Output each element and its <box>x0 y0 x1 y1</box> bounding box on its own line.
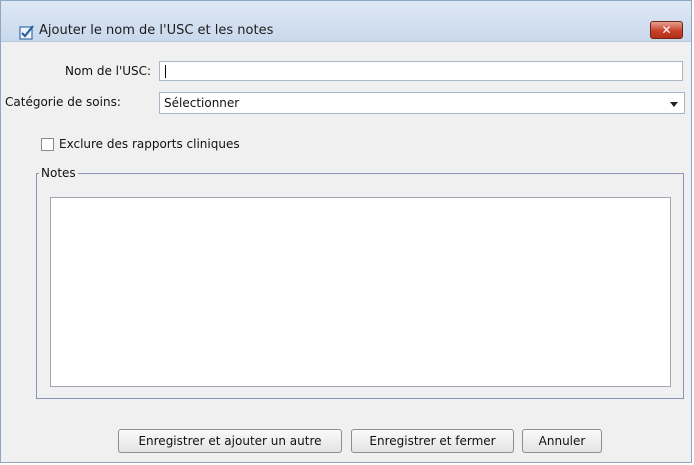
dialog-window: Ajouter le nom de l'USC et les notes ✕ N… <box>0 0 692 463</box>
save-close-button[interactable]: Enregistrer et fermer <box>351 429 514 453</box>
close-button[interactable]: ✕ <box>650 21 683 39</box>
dialog-content: Nom de l'USC: Catégorie de soins: Sélect… <box>1 42 691 464</box>
exclude-checkbox[interactable] <box>41 138 54 151</box>
text-caret <box>165 65 166 78</box>
notes-legend: Notes <box>39 166 78 180</box>
exclude-label[interactable]: Exclure des rapports cliniques <box>59 137 240 151</box>
usc-name-label: Nom de l'USC: <box>65 64 152 78</box>
care-category-selected: Sélectionner <box>164 96 240 110</box>
title-bar[interactable]: Ajouter le nom de l'USC et les notes ✕ <box>1 1 691 42</box>
chevron-down-icon[interactable] <box>670 102 678 107</box>
window-title: Ajouter le nom de l'USC et les notes <box>39 23 274 38</box>
checkbox-edit-icon <box>19 25 34 40</box>
usc-name-input[interactable] <box>159 61 683 81</box>
save-add-button[interactable]: Enregistrer et ajouter un autre <box>118 429 342 453</box>
care-category-label: Catégorie de soins: <box>5 95 121 109</box>
care-category-select[interactable]: Sélectionner <box>159 92 685 114</box>
cancel-button[interactable]: Annuler <box>522 429 602 453</box>
notes-textarea[interactable] <box>50 197 671 387</box>
